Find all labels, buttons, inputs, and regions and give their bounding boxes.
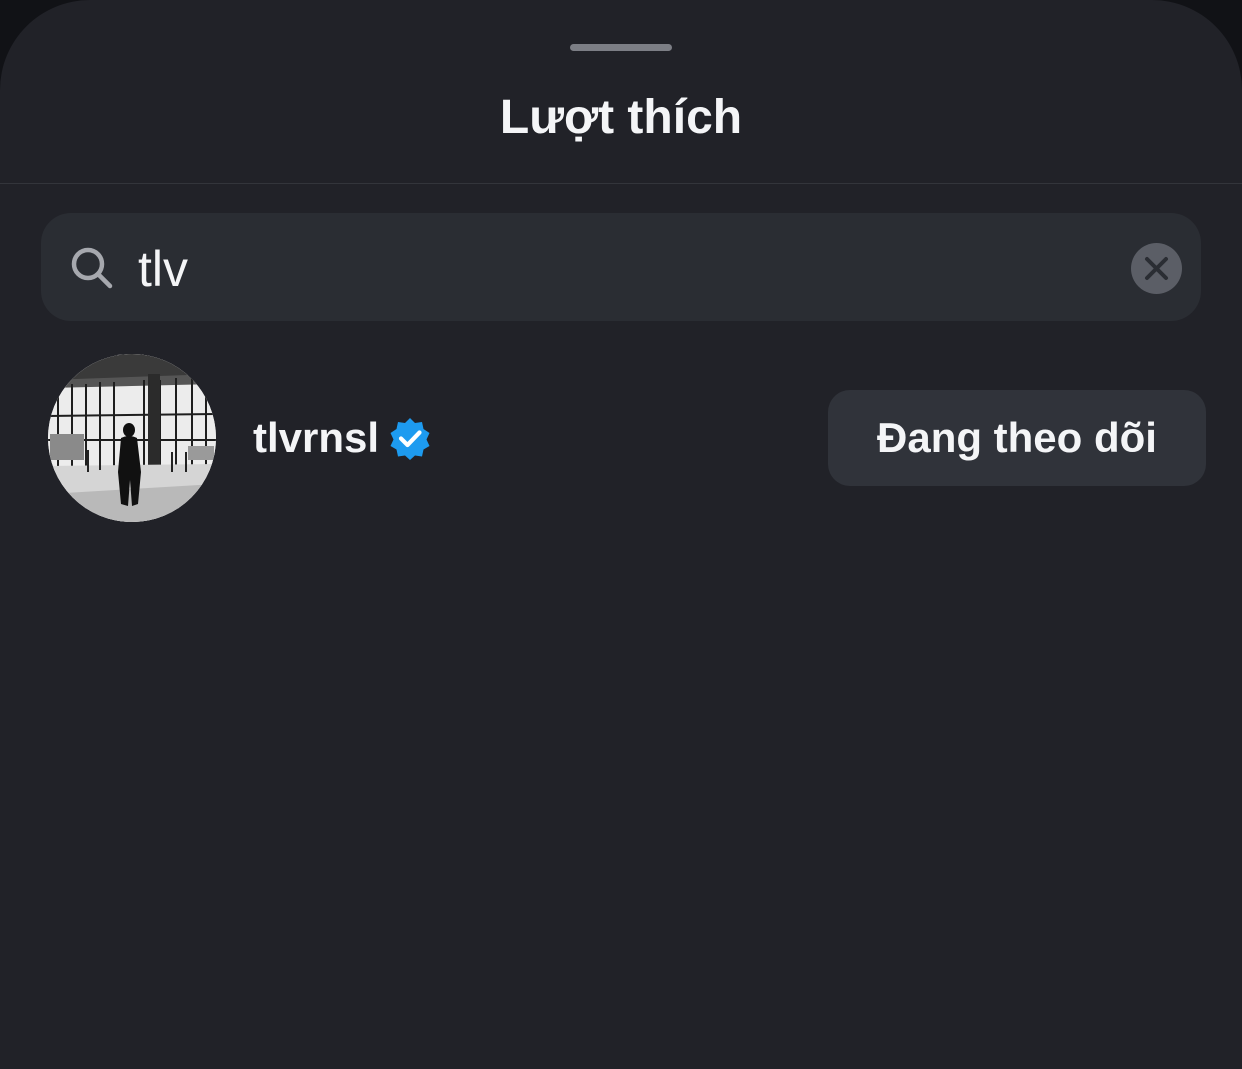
following-button[interactable]: Đang theo dõi bbox=[828, 390, 1206, 486]
clear-search-button[interactable] bbox=[1131, 243, 1182, 294]
avatar[interactable] bbox=[48, 354, 216, 522]
header-divider bbox=[0, 183, 1242, 184]
list-item[interactable]: tlvrnsl Đang theo dõi bbox=[0, 352, 1242, 524]
verified-badge-icon bbox=[390, 418, 430, 460]
search-bar[interactable] bbox=[41, 213, 1201, 321]
sheet-title: Lượt thích bbox=[499, 91, 743, 144]
search-icon bbox=[71, 247, 113, 289]
close-icon bbox=[1145, 257, 1168, 280]
sheet-grabber[interactable] bbox=[570, 44, 672, 51]
likes-sheet: Lượt thích tlv tlvrnsl Đang theo dõi bbox=[0, 0, 1242, 1069]
username[interactable]: tlvrnsl bbox=[253, 412, 379, 464]
avatar-image bbox=[48, 354, 216, 522]
search-input[interactable]: tlv bbox=[138, 240, 188, 298]
